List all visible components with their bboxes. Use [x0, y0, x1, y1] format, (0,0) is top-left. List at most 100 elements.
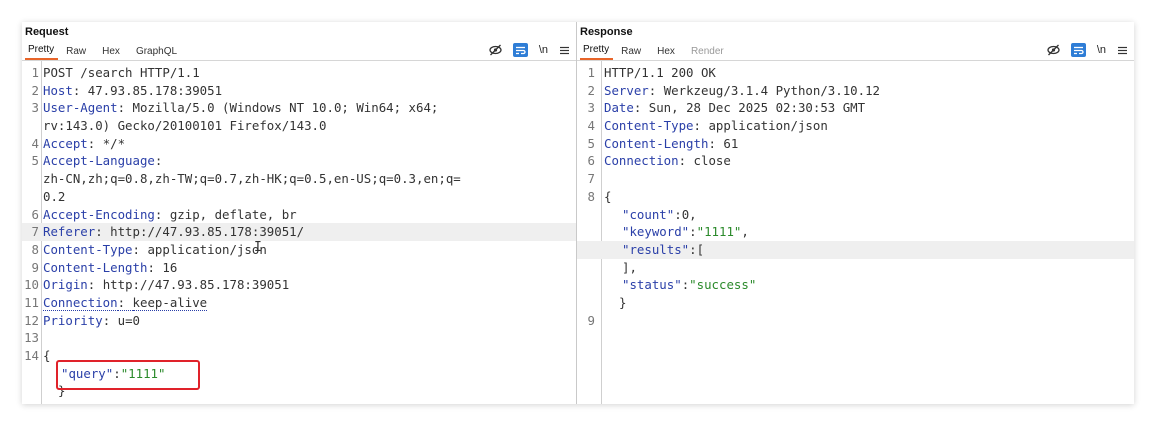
- code-line: 0"count":0,: [622, 206, 697, 222]
- header-name: Referer: [43, 224, 96, 240]
- tab-render[interactable]: Render: [688, 46, 732, 60]
- line-number: 2: [31, 82, 39, 98]
- tab-graphql[interactable]: GraphQL: [133, 46, 185, 60]
- response-pane: Response Pretty Raw Hex Render \n 1HTTP: [577, 22, 1134, 404]
- tab-pretty[interactable]: Pretty: [580, 44, 614, 60]
- line-number: 2: [587, 82, 595, 98]
- response-title: Response: [580, 26, 633, 38]
- line-number: 7: [31, 224, 39, 240]
- results-key: "results": [622, 241, 690, 257]
- code-line: 6 Accept-Encoding: gzip, deflate, br: [22, 206, 576, 224]
- eye-slash-icon[interactable]: [1047, 43, 1060, 57]
- http-message-editor: Request Pretty Raw Hex GraphQL \n 1POST: [22, 22, 1134, 404]
- line-number: 1: [31, 65, 39, 80]
- code-line: 0],: [622, 259, 637, 275]
- line-number: 13: [24, 330, 39, 346]
- line-text: {: [604, 188, 612, 204]
- line-number: 12: [24, 312, 39, 328]
- code-line: rv:143.0) Gecko/20100101 Firefox/143.0: [22, 117, 576, 135]
- wrap-text-icon[interactable]: [512, 43, 528, 57]
- line-number: 10: [24, 277, 39, 293]
- tab-raw[interactable]: Raw: [63, 46, 94, 60]
- code-line: 3 User-Agent: Mozilla/5.0 (Windows NT 10.…: [22, 99, 576, 117]
- header-value: http://47.93.85.178:39051/: [110, 224, 305, 240]
- response-tabbar: Pretty Raw Hex Render \n: [577, 42, 1134, 61]
- code-line: 11 Connection: keep-alive: [22, 294, 576, 312]
- header-value: u=0: [117, 312, 140, 328]
- newline-toggle-icon[interactable]: \n: [1097, 43, 1106, 57]
- code-line-highlighted: 7 Referer: http://47.93.85.178:39051/: [22, 223, 576, 241]
- header-name: Origin: [43, 277, 88, 293]
- code-line: 0}: [619, 294, 627, 310]
- line-number: 4: [587, 118, 595, 134]
- code-line: 0.2: [22, 188, 576, 206]
- line-number: 8: [31, 241, 39, 257]
- request-editor[interactable]: 1 POST /search HTTP/1.1 2 Host: 47.93.85.17…: [22, 61, 576, 404]
- status-key: "status": [622, 277, 682, 293]
- code-line: 12 Priority: u=0: [22, 312, 576, 330]
- header-value: keep-alive: [132, 294, 208, 311]
- line-number: 9: [31, 259, 39, 275]
- header-value: application/json: [708, 118, 828, 134]
- header-name: Host: [43, 82, 73, 98]
- header-name: Content-Type: [604, 118, 694, 134]
- code-line: 4 Content-Type: application/json: [577, 117, 1134, 135]
- code-line: 8{: [577, 188, 1134, 206]
- code-line: 2 Server: Werkzeug/3.1.4 Python/3.10.12: [577, 82, 1134, 100]
- header-value: Werkzeug/3.1.4 Python/3.10.12: [663, 82, 881, 98]
- line-text: {: [43, 348, 51, 363]
- header-name: Date: [604, 100, 634, 116]
- line-number: 11: [24, 294, 39, 310]
- line-number: 1: [587, 65, 595, 80]
- request-title: Request: [25, 26, 69, 38]
- line-number: 14: [24, 348, 39, 363]
- request-pane: Request Pretty Raw Hex GraphQL \n 1POST: [22, 22, 577, 404]
- tab-hex[interactable]: Hex: [99, 46, 128, 60]
- code-line: 0"status":"success": [622, 277, 757, 293]
- header-name: Content-Length: [604, 135, 709, 151]
- code-line: 5 Accept-Language:: [22, 152, 576, 170]
- code-line: 5 Content-Length: 61: [577, 135, 1134, 153]
- header-value: 61: [723, 135, 739, 151]
- header-name: User-Agent: [43, 100, 118, 116]
- header-name: Connection: [604, 153, 679, 169]
- header-name: Connection: [43, 294, 118, 311]
- code-line: 10 Origin: http://47.93.85.178:39051: [22, 276, 576, 294]
- request-tabbar: Pretty Raw Hex GraphQL \n: [22, 42, 576, 61]
- tab-raw[interactable]: Raw: [618, 46, 649, 60]
- query-highlight-box: [56, 360, 200, 390]
- tab-pretty[interactable]: Pretty: [25, 44, 59, 60]
- code-line: 13: [22, 329, 576, 347]
- keyword-value: "1111": [696, 224, 742, 240]
- hamburger-menu-icon[interactable]: [1117, 43, 1128, 57]
- header-value: http://47.93.85.178:39051: [102, 277, 290, 293]
- code-line: zh-CN,zh;q=0.8,zh-TW;q=0.7,zh-HK;q=0.5,e…: [22, 170, 576, 188]
- header-name: Accept-Language: [43, 153, 155, 169]
- newline-toggle-icon[interactable]: \n: [539, 43, 548, 57]
- code-line: 2 Host: 47.93.85.178:39051: [22, 82, 576, 100]
- code-line: 4 Accept: */*: [22, 135, 576, 153]
- eye-slash-icon[interactable]: [489, 43, 502, 57]
- header-name: Priority: [43, 312, 103, 328]
- code-line: 3 Date: Sun, 28 Dec 2025 02:30:53 GMT: [577, 99, 1134, 117]
- keyword-key: "keyword": [622, 224, 690, 240]
- wrap-text-icon[interactable]: [1070, 43, 1086, 57]
- header-name: Accept-Encoding: [43, 206, 155, 222]
- line-number: 3: [587, 100, 595, 116]
- response-toolbar: \n: [1047, 43, 1128, 57]
- code-line: 8 Content-Type: application/json: [22, 241, 576, 259]
- status-value: "success": [689, 277, 757, 293]
- hamburger-menu-icon[interactable]: [559, 43, 570, 57]
- line-number: 3: [31, 100, 39, 116]
- header-value: 47.93.85.178:39051: [87, 82, 223, 98]
- tab-hex[interactable]: Hex: [654, 46, 683, 60]
- code-line: 1 HTTP/1.1 200 OK: [577, 64, 1134, 82]
- count-value: 0,: [681, 206, 697, 222]
- line-number: 6: [31, 206, 39, 222]
- header-name: Content-Type: [43, 241, 133, 257]
- code-line: 6 Connection: close: [577, 152, 1134, 170]
- header-value: Sun, 28 Dec 2025 02:30:53 GMT: [648, 100, 866, 116]
- line-number: 8: [587, 188, 595, 204]
- line-text: HTTP/1.1 200 OK: [604, 65, 716, 80]
- response-editor[interactable]: 1 HTTP/1.1 200 OK 2 Server: Werkzeug/3.1.4 …: [577, 61, 1134, 404]
